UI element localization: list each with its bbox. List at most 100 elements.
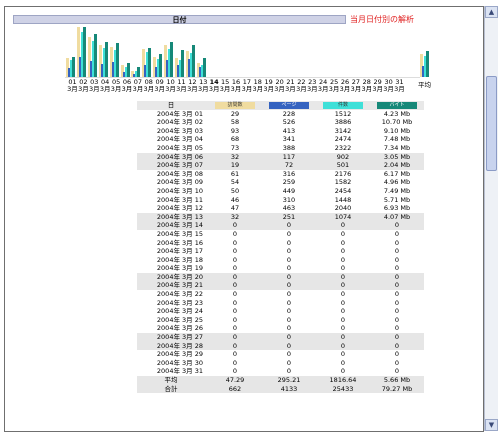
x-tick-label: 12 3月 [187,79,198,93]
x-tick-month: 3月 [176,85,187,93]
x-tick-month: 3月 [285,85,296,93]
x-tick-month: 3月 [154,85,165,93]
row-pages: 0 [286,324,292,333]
table-row: 2004年 3月 05 73 388 2322 7.34 Mb [137,144,424,153]
row-date: 2004年 3月 24 [156,307,203,316]
table-row: 2004年 3月 16 0 0 0 0 [137,239,424,248]
row-bytes: 9.10 Mb [383,126,411,135]
row-hits: 2474 [334,135,352,144]
row-pages: 0 [286,358,292,367]
row-visits: 0 [232,247,238,256]
x-tick-label: 06 3月 [122,79,133,93]
row-pages: 0 [286,298,292,307]
total-bytes: 79.27 Mb [370,384,424,394]
table-row: 2004年 3月 26 0 0 0 0 [137,324,424,333]
x-tick-label: 09 3月 [154,79,165,93]
table-row: 2004年 3月 04 68 341 2474 7.48 Mb [137,135,424,144]
row-bytes: 5.71 Mb [383,195,411,204]
row-visits: 0 [232,307,238,316]
col-header-hits: 件数 [316,101,370,110]
row-hits: 0 [340,367,346,376]
table-row: 2004年 3月 10 50 449 2454 7.49 Mb [137,187,424,196]
hits-header-label: 件数 [323,101,363,109]
row-pages: 310 [282,195,296,204]
row-visits: 73 [230,143,240,152]
x-tick-label: 26 3月 [340,79,351,93]
row-hits: 0 [316,341,370,351]
x-tick-label: 28 3月 [361,79,372,93]
row-visits: 0 [232,350,238,359]
row-pages: 117 [262,152,316,162]
row-visits: 93 [230,126,240,135]
bytes-header-label: バイト [377,101,417,109]
row-hits: 3142 [334,126,352,135]
average-bytes: 5.66 Mb [370,376,424,385]
row-bytes: 0 [394,367,400,376]
scroll-down-icon[interactable]: ▼ [485,419,498,431]
row-visits: 61 [230,169,240,178]
x-tick-month: 3月 [361,85,373,93]
table-row: 2004年 3月 23 0 0 0 0 [137,299,424,308]
daily-stats-table: 日 訪問数 ページ 件数 バイト 2004年 3月 01 29 228 1512 4.2… [137,101,424,394]
row-bytes: 0 [394,264,400,273]
chart-bar [159,53,163,77]
row-hits: 2454 [334,186,352,195]
x-tick-label: 18 3月 [252,79,263,93]
row-visits: 0 [232,229,238,238]
row-bytes: 0 [394,247,400,256]
x-tick-month: 3月 [197,85,209,93]
row-bytes: 6.17 Mb [383,169,411,178]
row-visits: 19 [208,161,262,170]
row-hits: 2040 [334,204,352,213]
x-tick-month: 3月 [187,85,198,93]
x-tick-month: 3月 [241,85,253,93]
row-date: 2004年 3月 09 [156,178,203,187]
row-bytes: 0 [394,315,400,324]
x-tick-label: 27 3月 [350,79,362,93]
scrollbar-thumb[interactable] [486,76,497,171]
vertical-scrollbar[interactable]: ▲ ▼ [484,6,498,431]
row-pages: 0 [262,333,316,342]
row-visits: 0 [232,367,238,376]
average-row: 平均 47.29 295.21 1816.64 5.66 Mb [137,376,424,385]
row-date: 2004年 3月 18 [156,255,203,264]
chart-bar [191,44,195,77]
row-pages: 0 [286,315,292,324]
x-tick-month: 3月 [394,85,405,93]
row-visits: 0 [232,238,238,247]
table-row: 2004年 3月 21 0 0 0 0 [137,281,424,291]
x-tick-month: 3月 [263,85,274,93]
row-bytes: 0 [394,307,400,316]
row-date: 2004年 3月 26 [156,324,203,333]
row-hits: 0 [340,315,346,324]
row-visits: 54 [230,178,240,187]
row-hits: 0 [316,333,370,342]
chart-bar [137,67,141,77]
table-row: 2004年 3月 24 0 0 0 0 [137,307,424,316]
row-pages: 0 [286,290,292,299]
page-title: 当月日付別の解析 [350,15,414,24]
row-pages: 449 [282,186,296,195]
row-bytes: 0 [394,255,400,264]
total-visits: 662 [208,384,262,394]
average-visits: 47.29 [208,376,262,385]
row-date: 2004年 3月 22 [156,290,203,299]
row-hits: 0 [340,358,346,367]
x-tick-label: 17 3月 [241,79,253,93]
chart-bar [181,50,184,77]
row-hits: 0 [340,229,346,238]
row-pages: 388 [282,143,296,152]
row-bytes: 0 [394,358,400,367]
x-tick-label: 04 3月 [100,79,111,93]
table-row: 2004年 3月 18 0 0 0 0 [137,256,424,265]
table-row: 2004年 3月 02 58 526 3886 10.70 Mb [137,118,424,127]
x-tick-label: 23 3月 [307,79,318,93]
x-tick-month: 3月 [143,85,155,93]
x-tick-label: 30 3月 [383,79,394,93]
x-tick-month: 3月 [350,85,362,93]
scroll-up-icon[interactable]: ▲ [485,6,498,18]
x-tick-label: 01 3月 [67,79,78,93]
row-bytes: 0 [394,350,400,359]
col-header-visits: 訪問数 [208,101,262,110]
row-hits: 2322 [334,143,352,152]
